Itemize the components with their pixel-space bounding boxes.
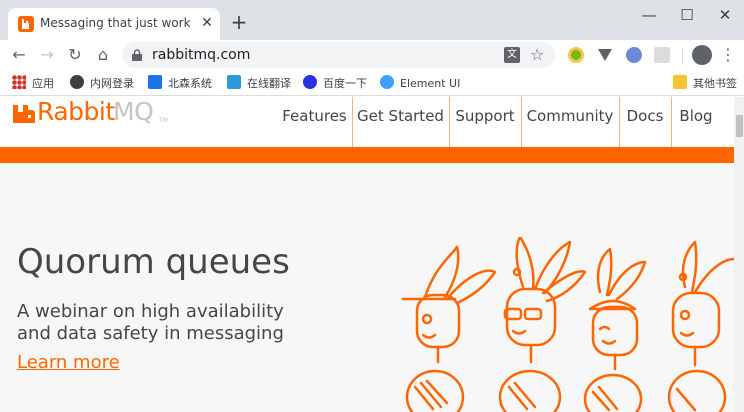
rabbit-crew-illustration <box>401 237 734 412</box>
bookmarks-bar: 应用 内网登录 北森系统 在线翻译 百度一下 Element UI 其他书签 <box>0 70 744 96</box>
bookmark-beisen[interactable]: 北森系统 <box>148 75 212 91</box>
apps-grid-icon <box>12 75 26 89</box>
bookmark-label: 内网登录 <box>90 77 134 90</box>
logo-trademark: TM <box>159 117 168 124</box>
hero-subtitle-line-2: and data safety in messaging <box>17 323 284 344</box>
toolbar-divider <box>682 48 683 64</box>
rabbit-1-figure <box>401 245 497 412</box>
bookmark-label: 北森系统 <box>168 77 212 90</box>
rabbitmq-logo-icon[interactable] <box>13 105 35 123</box>
scrollbar-thumb[interactable] <box>736 115 743 137</box>
bookmark-star-icon[interactable]: ☆ <box>530 45 544 64</box>
folder-icon <box>673 75 687 89</box>
extension-4-icon[interactable] <box>654 47 670 63</box>
logo-text-mq[interactable]: MQ <box>113 97 154 126</box>
lock-icon <box>132 49 142 61</box>
tab-title: Messaging that just works — RabbitMQ <box>40 16 190 30</box>
rabbitmq-favicon-icon <box>18 16 34 32</box>
tab-strip: Messaging that just works — RabbitMQ ✕ +… <box>0 0 744 40</box>
home-button[interactable]: ⌂ <box>92 44 114 66</box>
nav-features[interactable]: Features <box>278 97 351 147</box>
bookmark-online-translate[interactable]: 在线翻译 <box>227 75 291 91</box>
hero-subtitle-line-1: A webinar on high availability <box>17 301 284 322</box>
page-viewport: Rabbit MQ TM Features Get Started Suppor… <box>0 97 734 412</box>
back-button[interactable]: ← <box>8 44 30 66</box>
brand-stripe <box>0 147 734 163</box>
nav-community[interactable]: Community <box>522 97 618 147</box>
bookmark-element-ui[interactable]: Element UI <box>380 75 460 91</box>
globe-icon <box>70 75 84 89</box>
bookmark-label: Element UI <box>400 77 461 90</box>
extension-1-icon[interactable] <box>568 47 584 63</box>
nav-get-started[interactable]: Get Started <box>353 97 448 147</box>
page-scrollbar[interactable] <box>734 97 744 412</box>
hero-title: Quorum queues <box>17 242 290 282</box>
site-header: Rabbit MQ TM Features Get Started Suppor… <box>0 97 734 147</box>
bookmark-apps[interactable]: 应用 <box>12 75 54 91</box>
new-tab-button[interactable]: + <box>228 12 250 34</box>
forward-button[interactable]: → <box>36 44 58 66</box>
rabbit-4-figure <box>667 240 734 412</box>
nav-docs[interactable]: Docs <box>620 97 670 147</box>
nav-support[interactable]: Support <box>450 97 520 147</box>
tab-close-icon[interactable]: ✕ <box>198 14 216 32</box>
profile-avatar-icon[interactable] <box>692 45 712 65</box>
beisen-icon <box>148 75 162 89</box>
baidu-paw-icon <box>303 75 317 89</box>
bookmark-baidu[interactable]: 百度一下 <box>303 75 367 91</box>
extension-3-icon[interactable] <box>626 47 642 63</box>
address-bar[interactable]: rabbitmq.com 文 ☆ <box>122 42 555 68</box>
bookmark-intranet-login[interactable]: 内网登录 <box>70 75 134 91</box>
rabbit-3-figure <box>583 247 647 412</box>
logo-text-rabbit[interactable]: Rabbit <box>37 97 115 126</box>
rabbit-2-figure <box>498 237 587 412</box>
bookmark-label: 在线翻译 <box>247 77 291 90</box>
learn-more-link[interactable]: Learn more <box>17 352 120 373</box>
maximize-button[interactable]: ☐ <box>675 6 699 24</box>
browser-tab[interactable]: Messaging that just works — RabbitMQ ✕ <box>8 8 220 40</box>
element-ui-icon <box>380 75 394 89</box>
nav-blog[interactable]: Blog <box>672 97 720 147</box>
bookmark-label: 应用 <box>32 77 54 90</box>
bookmark-label: 其他书签 <box>693 77 737 90</box>
translate-icon <box>227 75 241 89</box>
translate-icon[interactable]: 文 <box>504 47 520 63</box>
extension-2-icon[interactable] <box>598 49 612 61</box>
reload-button[interactable]: ↻ <box>64 44 86 66</box>
browser-toolbar: ← → ↻ ⌂ rabbitmq.com 文 ☆ ⋮ <box>0 40 744 70</box>
browser-menu-icon[interactable]: ⋮ <box>720 44 736 66</box>
window-close-button[interactable]: ✕ <box>713 6 737 24</box>
url-text[interactable]: rabbitmq.com <box>152 47 250 63</box>
bookmark-label: 百度一下 <box>323 77 367 90</box>
bookmark-other-folder[interactable]: 其他书签 <box>673 75 737 91</box>
minimize-button[interactable]: — <box>637 6 661 24</box>
